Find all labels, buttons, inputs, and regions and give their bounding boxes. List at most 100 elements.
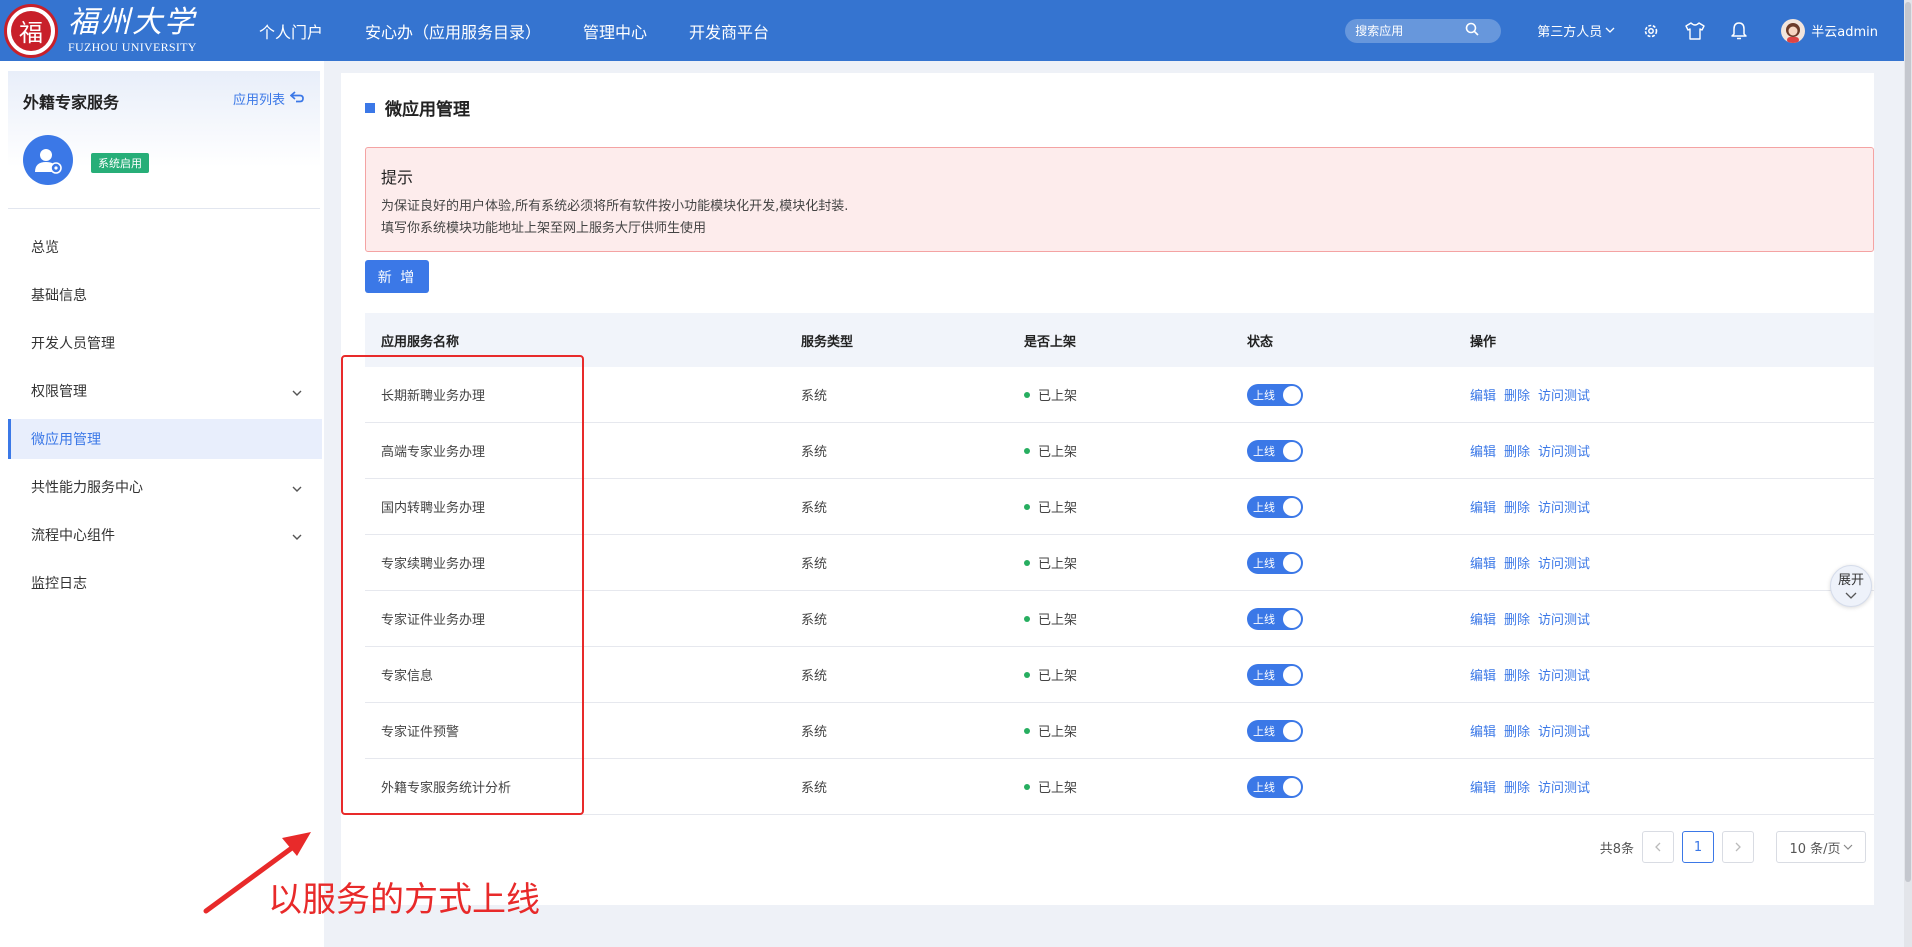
online-toggle[interactable]: 上线 [1247, 551, 1303, 574]
toggle-knob [1283, 385, 1301, 404]
online-toggle[interactable]: 上线 [1247, 607, 1303, 630]
service-type: 系统 [801, 613, 828, 628]
prev-page-button[interactable] [1642, 831, 1674, 863]
delete-link[interactable]: 删除 [1504, 721, 1530, 740]
edit-link[interactable]: 编辑 [1470, 777, 1496, 796]
delete-link[interactable]: 删除 [1504, 609, 1530, 628]
university-seal-icon: 福 [4, 3, 58, 58]
top-navigation-bar: 福 福州大学 FUZHOU UNIVERSITY 个人门户 安心办（应用服务目录… [0, 0, 1912, 61]
search-icon[interactable] [1465, 21, 1479, 40]
online-toggle[interactable]: 上线 [1247, 383, 1303, 406]
delete-link[interactable]: 删除 [1504, 777, 1530, 796]
pagination-total: 共8条 [1599, 841, 1634, 857]
shirt-theme-icon[interactable] [1685, 21, 1705, 41]
online-toggle[interactable]: 上线 [1247, 495, 1303, 518]
service-type: 系统 [801, 557, 828, 572]
sidebar-item-overview[interactable]: 总览 [8, 227, 322, 267]
page-size-select[interactable]: 10 条/页 [1776, 831, 1866, 863]
nav-personal-portal[interactable]: 个人门户 [259, 19, 323, 43]
role-dropdown[interactable]: 第三方人员 [1537, 21, 1615, 40]
col-header-status: 状态 [1247, 334, 1274, 350]
row-actions: 编辑 删除 访问测试 [1470, 553, 1874, 572]
next-page-button[interactable] [1722, 831, 1754, 863]
row-actions: 编辑 删除 访问测试 [1470, 385, 1874, 404]
app-list-link[interactable]: 应用列表 [233, 89, 304, 108]
delete-link[interactable]: 删除 [1504, 385, 1530, 404]
status-dot-icon [1024, 391, 1030, 398]
sidebar-item-permission-management[interactable]: 权限管理 [8, 371, 322, 411]
access-test-link[interactable]: 访问测试 [1538, 609, 1590, 628]
access-test-link[interactable]: 访问测试 [1538, 721, 1590, 740]
access-test-link[interactable]: 访问测试 [1538, 665, 1590, 684]
nav-service-directory[interactable]: 安心办（应用服务目录） [365, 19, 541, 43]
app-title: 外籍专家服务 [23, 93, 120, 112]
toggle-knob [1283, 721, 1301, 740]
online-toggle[interactable]: 上线 [1247, 719, 1303, 742]
sidebar-item-monitoring-log[interactable]: 监控日志 [8, 563, 322, 603]
chevron-down-icon [292, 481, 302, 497]
app-search-box[interactable] [1345, 18, 1502, 43]
status-dot-icon [1024, 671, 1030, 678]
page-title: 微应用管理 [365, 95, 470, 120]
delete-link[interactable]: 删除 [1504, 497, 1530, 516]
app-info-panel: 外籍专家服务 应用列表 系统启用 [8, 71, 320, 209]
pagination: 共8条 1 10 条/页 [1600, 831, 1866, 863]
edit-link[interactable]: 编辑 [1470, 609, 1496, 628]
bell-icon[interactable] [1729, 21, 1749, 41]
chevron-down-icon [292, 385, 302, 401]
nav-management-center[interactable]: 管理中心 [583, 19, 647, 43]
col-header-listed: 是否上架 [1024, 334, 1077, 350]
user-name: 半云admin [1811, 25, 1878, 40]
toggle-knob [1283, 777, 1301, 796]
edit-link[interactable]: 编辑 [1470, 665, 1496, 684]
access-test-link[interactable]: 访问测试 [1538, 497, 1590, 516]
toggle-knob [1283, 609, 1301, 628]
table-row: 国内转聘业务办理 系统 已上架 上线 编辑 删除 访问测试 [365, 479, 1874, 535]
toggle-knob [1283, 553, 1301, 572]
sidebar-item-developer-management[interactable]: 开发人员管理 [8, 323, 322, 363]
sidebar-item-process-center-components[interactable]: 流程中心组件 [8, 515, 322, 555]
sidebar-item-micro-app-management[interactable]: 微应用管理 [8, 419, 322, 459]
add-button[interactable]: 新 增 [365, 260, 429, 293]
online-toggle[interactable]: 上线 [1247, 775, 1303, 798]
edit-link[interactable]: 编辑 [1470, 553, 1496, 572]
university-logo[interactable]: 福 福州大学 FUZHOU UNIVERSITY [4, 3, 219, 58]
table-row: 高端专家业务办理 系统 已上架 上线 编辑 删除 访问测试 [365, 423, 1874, 479]
edit-link[interactable]: 编辑 [1470, 497, 1496, 516]
edit-link[interactable]: 编辑 [1470, 385, 1496, 404]
row-actions: 编辑 删除 访问测试 [1470, 665, 1874, 684]
scrollbar-thumb[interactable] [1905, 2, 1911, 882]
expand-button[interactable]: 展开 [1830, 565, 1872, 607]
delete-link[interactable]: 删除 [1504, 665, 1530, 684]
title-marker [365, 102, 375, 113]
access-test-link[interactable]: 访问测试 [1538, 441, 1590, 460]
online-toggle[interactable]: 上线 [1247, 663, 1303, 686]
annotation-text: 以服务的方式上线 [268, 880, 540, 920]
back-arrow-icon [289, 90, 304, 107]
row-actions: 编辑 删除 访问测试 [1470, 777, 1874, 796]
row-actions: 编辑 删除 访问测试 [1470, 721, 1874, 740]
notice-alert: 提示 为保证良好的用户体验,所有系统必须将所有软件按小功能模块化开发,模块化封装… [365, 147, 1874, 252]
status-dot-icon [1024, 447, 1030, 454]
settings-gear-icon[interactable] [1641, 21, 1661, 41]
nav-developer-platform[interactable]: 开发商平台 [689, 19, 769, 43]
delete-link[interactable]: 删除 [1504, 441, 1530, 460]
search-input[interactable] [1355, 23, 1466, 38]
university-name-en: FUZHOU UNIVERSITY [68, 40, 197, 54]
service-type: 系统 [801, 725, 828, 740]
page-scrollbar[interactable] [1904, 0, 1912, 947]
access-test-link[interactable]: 访问测试 [1538, 777, 1590, 796]
sidebar-item-common-capability-center[interactable]: 共性能力服务中心 [8, 467, 322, 507]
online-toggle[interactable]: 上线 [1247, 439, 1303, 462]
page-number-button[interactable]: 1 [1682, 831, 1714, 863]
edit-link[interactable]: 编辑 [1470, 441, 1496, 460]
notice-line-1: 为保证良好的用户体验,所有系统必须将所有软件按小功能模块化开发,模块化封装. [381, 199, 849, 214]
access-test-link[interactable]: 访问测试 [1538, 553, 1590, 572]
delete-link[interactable]: 删除 [1504, 553, 1530, 572]
user-menu[interactable]: 半云admin [1781, 18, 1878, 43]
table-row: 外籍专家服务统计分析 系统 已上架 上线 编辑 删除 访问测试 [365, 759, 1874, 815]
listed-status: 已上架 [1024, 441, 1247, 460]
edit-link[interactable]: 编辑 [1470, 721, 1496, 740]
access-test-link[interactable]: 访问测试 [1538, 385, 1590, 404]
sidebar-item-basic-info[interactable]: 基础信息 [8, 275, 322, 315]
